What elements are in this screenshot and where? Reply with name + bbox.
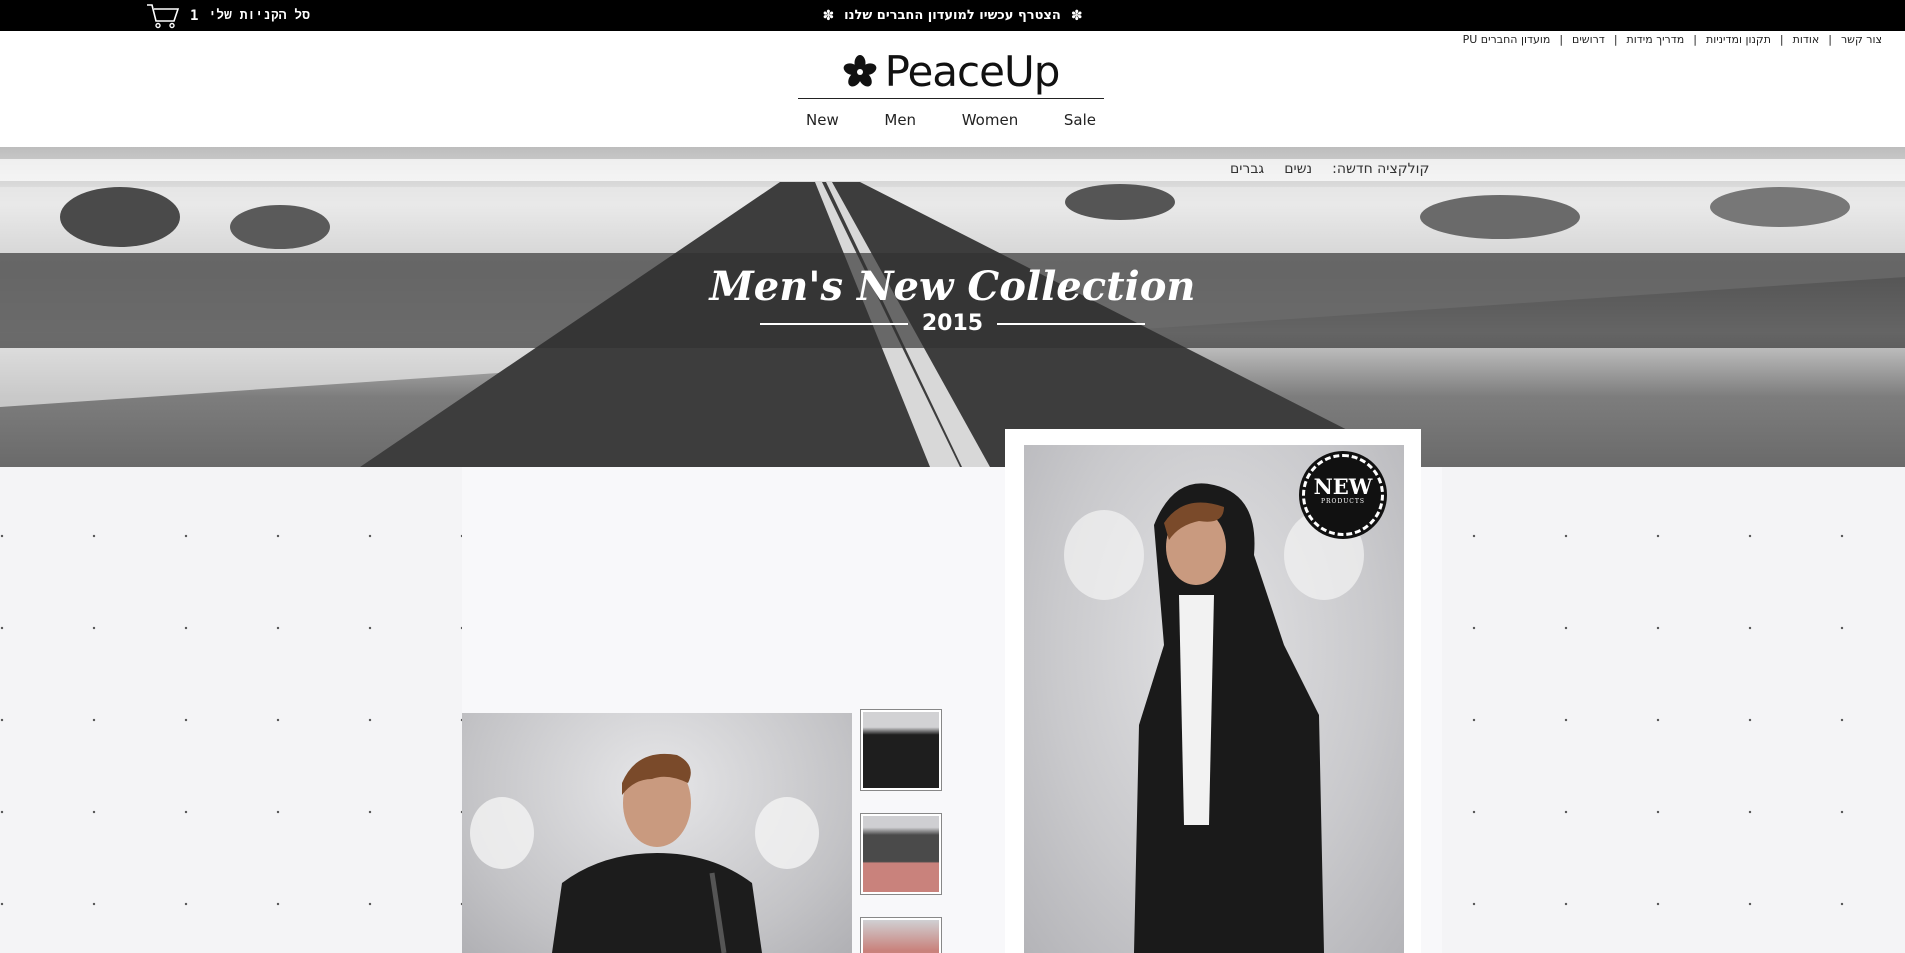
product-thumbnail-1[interactable] — [860, 709, 942, 791]
flower-icon: ✽ — [822, 7, 835, 24]
club-promo-link[interactable]: ✽ הצטרף עכשיו למועדון החברים שלנו ✽ — [0, 0, 1905, 31]
separator: | — [1828, 33, 1832, 46]
badge-big-text: NEW — [1313, 474, 1373, 499]
badge-small-text: PRODUCTS — [1320, 498, 1366, 505]
utility-link-terms[interactable]: תקנון ומדיניות — [1697, 33, 1780, 46]
top-bar: 1 סל הקניות שלי ✽ הצטרף עכשיו למועדון הח… — [0, 0, 1905, 31]
separator: | — [1693, 33, 1697, 46]
promo-text: הצטרף עכשיו למועדון החברים שלנו — [844, 8, 1061, 23]
hero-year-row: 2015 — [0, 311, 1905, 336]
divider-line — [997, 322, 1146, 325]
nav-sale[interactable]: Sale — [1064, 111, 1096, 129]
main-product-image[interactable] — [462, 713, 852, 953]
thumbnail-image — [863, 920, 939, 953]
flower-icon: ✽ — [1070, 7, 1083, 24]
utility-link-jobs[interactable]: דרושים — [1563, 33, 1614, 46]
model-in-black-sweater-image — [470, 753, 819, 953]
subnav-men[interactable]: גברים — [1230, 161, 1264, 177]
flower-logo-icon — [843, 54, 876, 87]
hero-title: Men's New Collection — [709, 263, 1196, 310]
separator: | — [1613, 33, 1618, 46]
hero-subnav-bar — [0, 159, 1905, 181]
hero-banner: קולקציה חדשה: נשים גברים Men's New Colle… — [0, 147, 1905, 467]
utility-link-club[interactable]: מועדון החברים PU — [1454, 33, 1560, 46]
thumbnail-image — [863, 712, 939, 788]
separator: | — [1779, 33, 1784, 46]
product-thumbnail-2[interactable] — [860, 813, 942, 895]
utility-link-contact[interactable]: צור קשר — [1832, 33, 1891, 46]
hero-year: 2015 — [921, 311, 984, 336]
new-products-badge: NEW PRODUCTS — [1302, 454, 1384, 536]
thumbnail-image — [863, 816, 939, 892]
product-thumbnail-3[interactable] — [860, 917, 942, 953]
hero-subnav: קולקציה חדשה: נשים גברים — [1230, 161, 1429, 177]
nav-new[interactable]: New — [806, 111, 839, 129]
divider-line — [759, 322, 908, 325]
utility-nav: צור קשר | אודות | תקנון ומדיניות | מדריך… — [1454, 33, 1891, 46]
site-header: צור קשר | אודות | תקנון ומדיניות | מדריך… — [0, 31, 1905, 147]
utility-link-size-guide[interactable]: מדריך מידות — [1618, 33, 1694, 46]
subnav-title: קולקציה חדשה: — [1332, 161, 1430, 177]
site-logo[interactable]: PeaceUp — [798, 45, 1104, 99]
main-nav: New Men Women Sale — [798, 111, 1104, 129]
separator: | — [1559, 33, 1564, 46]
utility-link-about[interactable]: אודות — [1784, 33, 1829, 46]
logo-text: PeaceUp — [884, 47, 1061, 96]
nav-women[interactable]: Women — [962, 111, 1018, 129]
subnav-women[interactable]: נשים — [1284, 161, 1312, 177]
nav-men[interactable]: Men — [884, 111, 916, 129]
